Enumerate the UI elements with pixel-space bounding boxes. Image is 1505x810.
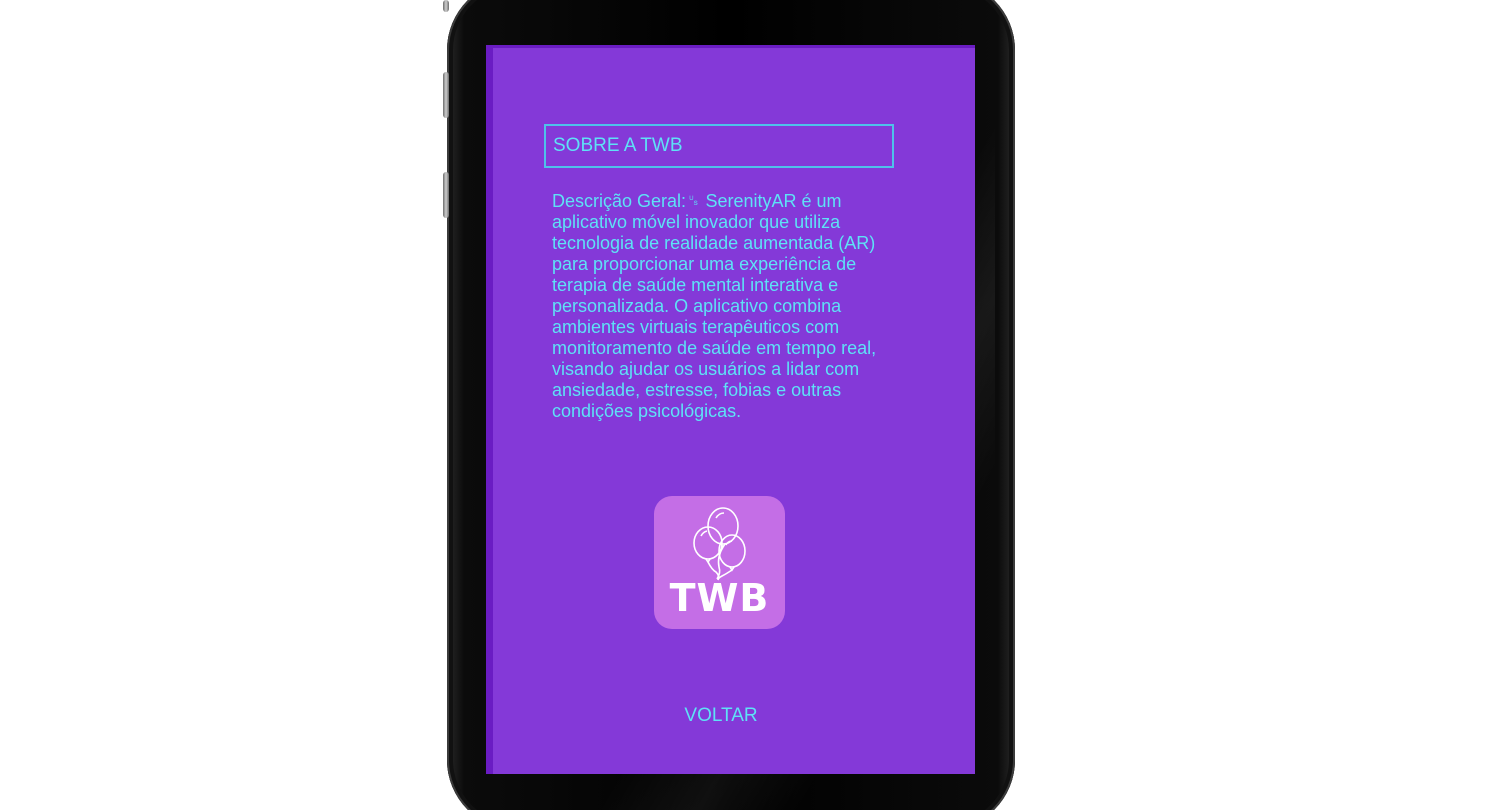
app-screen: SOBRE A TWB Descrição Geral:␟ SerenityAR… [486, 45, 975, 774]
logo-text: TWB [669, 576, 770, 620]
phone-side-button [443, 0, 449, 12]
app-logo: TWB [654, 496, 785, 629]
page-title: SOBRE A TWB [544, 124, 894, 168]
description-text: Descrição Geral:␟ SerenityAR é um aplica… [552, 191, 877, 421]
phone-volume-down-button [443, 172, 449, 218]
page: SOBRE A TWB Descrição Geral:␟ SerenityAR… [0, 0, 1505, 810]
back-button[interactable]: VOLTAR [679, 705, 763, 727]
phone-volume-up-button [443, 72, 449, 118]
